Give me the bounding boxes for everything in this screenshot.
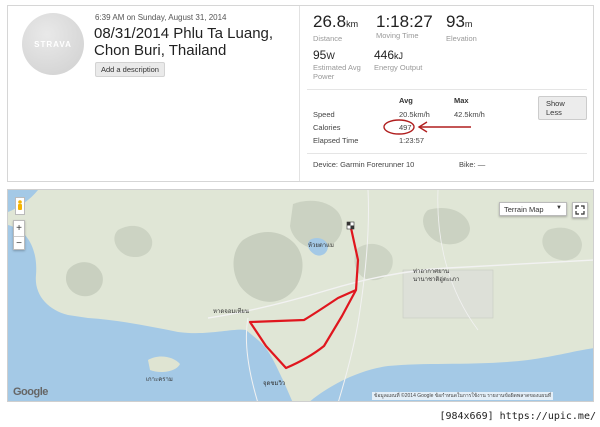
speed-label: Speed bbox=[313, 110, 335, 119]
zoom-control: + − bbox=[13, 220, 25, 250]
calories-label: Calories bbox=[313, 123, 341, 132]
elevation-stat: 93m Elevation bbox=[446, 12, 477, 43]
map-type-dropdown[interactable]: Terrain Map ▼ bbox=[499, 202, 567, 216]
elevation-unit: m bbox=[464, 19, 473, 29]
map-label-island: เกาะคราม bbox=[146, 377, 173, 383]
map-label-town: หาดจอมเทียน bbox=[213, 309, 249, 315]
map-attribution[interactable]: ข้อมูลแผนที่ ©2014 Google ข้อกำหนดในการใ… bbox=[372, 392, 554, 400]
map-label-lake: ห้วยตาแม bbox=[308, 243, 334, 249]
calories-avg: 497 bbox=[399, 123, 412, 132]
vertical-divider bbox=[299, 6, 300, 181]
details-separator bbox=[307, 153, 587, 154]
energy-value: 446 bbox=[374, 48, 395, 62]
max-column-header: Max bbox=[454, 96, 469, 105]
fullscreen-icon bbox=[575, 205, 585, 215]
street-view-pegman-icon[interactable] bbox=[15, 197, 25, 215]
distance-value: 26.8 bbox=[313, 12, 347, 31]
distance-unit: km bbox=[346, 19, 359, 29]
avg-column-header: Avg bbox=[399, 96, 413, 105]
distance-label: Distance bbox=[313, 34, 343, 43]
elapsed-time-label: Elapsed Time bbox=[313, 136, 359, 145]
activity-summary-card: STRAVA 6:39 AM on Sunday, August 31, 201… bbox=[7, 5, 594, 182]
show-less-button[interactable]: Show Less bbox=[538, 96, 587, 120]
image-watermark: [984x669] https://upic.me/ bbox=[439, 411, 596, 422]
details-table: Show Less Avg Max Speed 20.5km/h 42.5km/… bbox=[307, 89, 587, 176]
elevation-value: 93 bbox=[446, 12, 465, 31]
map-terrain bbox=[8, 190, 593, 401]
distance-stat: 26.8km Distance bbox=[313, 12, 358, 43]
moving-time-value: 1:18:27 bbox=[376, 12, 433, 31]
screenshot-frame: STRAVA 6:39 AM on Sunday, August 31, 201… bbox=[0, 0, 600, 427]
speed-avg: 20.5km/h bbox=[399, 110, 430, 119]
energy-unit: kJ bbox=[394, 51, 404, 61]
add-description-button[interactable]: Add a description bbox=[95, 62, 165, 77]
elapsed-time-avg: 1:23:57 bbox=[399, 136, 425, 145]
avatar[interactable]: STRAVA bbox=[22, 13, 84, 75]
map-type-label: Terrain Map bbox=[504, 205, 544, 214]
avatar-text: STRAVA bbox=[34, 39, 72, 49]
moving-time-stat: 1:18:27 Moving Time bbox=[376, 12, 433, 40]
power-label-line2: Power bbox=[313, 72, 335, 81]
zoom-in-button[interactable]: + bbox=[14, 221, 24, 236]
chevron-down-icon: ▼ bbox=[556, 205, 562, 211]
finish-flag-icon bbox=[346, 221, 355, 230]
power-value: 95 bbox=[313, 48, 327, 62]
power-stat: 95W Estimated Avg Power bbox=[313, 48, 361, 81]
speed-max: 42.5km/h bbox=[454, 110, 485, 119]
activity-date: 6:39 AM on Sunday, August 31, 2014 bbox=[95, 13, 227, 22]
map-label-airport-line2: นานาชาติอู่ตะเภา bbox=[413, 277, 460, 283]
energy-label: Energy Output bbox=[374, 63, 423, 72]
activity-title[interactable]: 08/31/2014 Phlu Ta Luang, Chon Buri, Tha… bbox=[94, 25, 294, 59]
energy-stat: 446kJ Energy Output bbox=[374, 48, 422, 72]
elevation-label: Elevation bbox=[446, 34, 477, 43]
power-unit: W bbox=[326, 51, 335, 61]
fullscreen-button[interactable] bbox=[572, 202, 588, 218]
power-label-line1: Estimated Avg bbox=[313, 63, 361, 72]
map-label-viewpoint: จุดชมวิว bbox=[263, 381, 286, 387]
route-map[interactable]: ห้วยตาแม ท่าอากาศยาน นานาชาติอู่ตะเภา หา… bbox=[7, 189, 594, 402]
google-logo[interactable]: Google bbox=[13, 386, 48, 398]
zoom-out-button[interactable]: − bbox=[14, 236, 24, 251]
moving-time-label: Moving Time bbox=[376, 31, 419, 40]
bike-info: Bike: — bbox=[459, 160, 486, 169]
device-info: Device: Garmin Forerunner 10 bbox=[313, 160, 415, 169]
